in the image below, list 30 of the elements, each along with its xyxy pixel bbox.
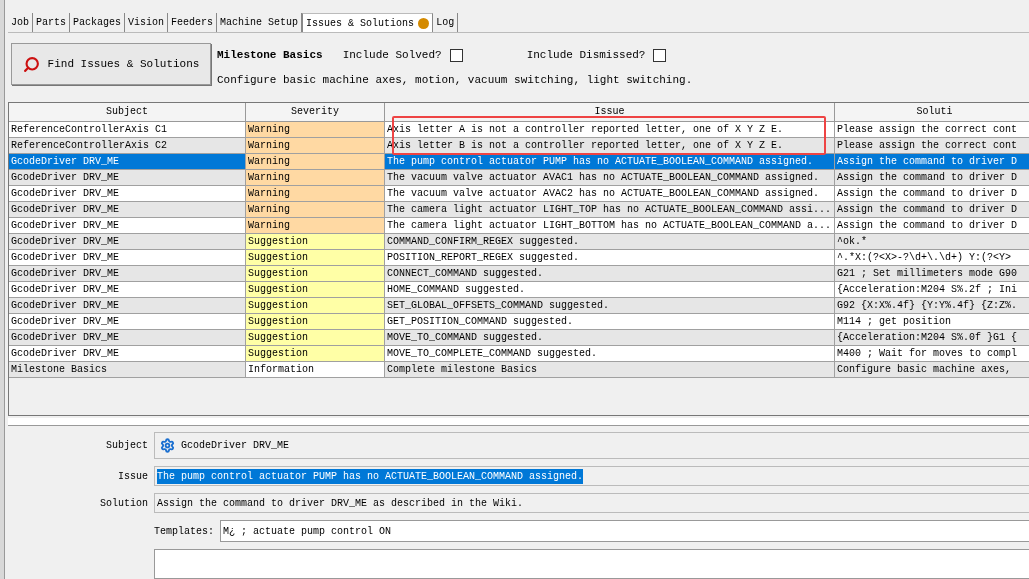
checkbox[interactable]: [653, 48, 667, 62]
checkbox-label: Include Solved?: [342, 48, 442, 63]
milestone-description: Configure basic machine axes, motion, vacuum switching, light switching.: [217, 72, 693, 88]
column-header[interactable]: Subject: [9, 102, 246, 122]
subject-field[interactable]: GcodeDriver DRV_ME: [154, 432, 1029, 459]
gear-icon: [160, 438, 175, 453]
tab[interactable]: Job: [8, 13, 33, 32]
checkbox[interactable]: [449, 48, 463, 62]
milestone-title: Milestone Basics: [217, 48, 323, 63]
issue-label: Issue: [117, 469, 148, 484]
subject-label: Subject: [105, 439, 148, 453]
issue-field[interactable]: The pump control actuator PUMP has no ACTUATE_BOOLEAN_COMMAND assigned.: [154, 466, 1029, 486]
column-header[interactable]: Severity: [246, 102, 385, 122]
tab[interactable]: Packages: [70, 13, 126, 32]
tab[interactable]: Issues & Solutions: [302, 13, 434, 32]
templates-label: Templates:: [154, 524, 215, 539]
column-header[interactable]: Soluti: [835, 102, 1029, 122]
checkbox-label: Include Dismissed?: [526, 48, 646, 63]
tab[interactable]: Vision: [125, 13, 169, 32]
solution-label: Solution: [99, 496, 148, 511]
tab[interactable]: Feeders: [168, 13, 218, 32]
column-header[interactable]: Issue: [385, 102, 835, 122]
find-issues-button[interactable]: Find Issues & Solutions: [11, 43, 211, 85]
search-icon: [22, 55, 40, 73]
templates-field[interactable]: M¿ ; actuate pump control ON: [220, 520, 1029, 542]
command-text-area[interactable]: [154, 549, 1029, 579]
tab[interactable]: Parts: [33, 13, 71, 32]
solution-field[interactable]: Assign the command to driver DRV_ME as described in the Wiki.: [154, 493, 1029, 513]
splitter-bar[interactable]: [8, 418, 1029, 426]
tab[interactable]: Machine Setup: [217, 13, 303, 32]
